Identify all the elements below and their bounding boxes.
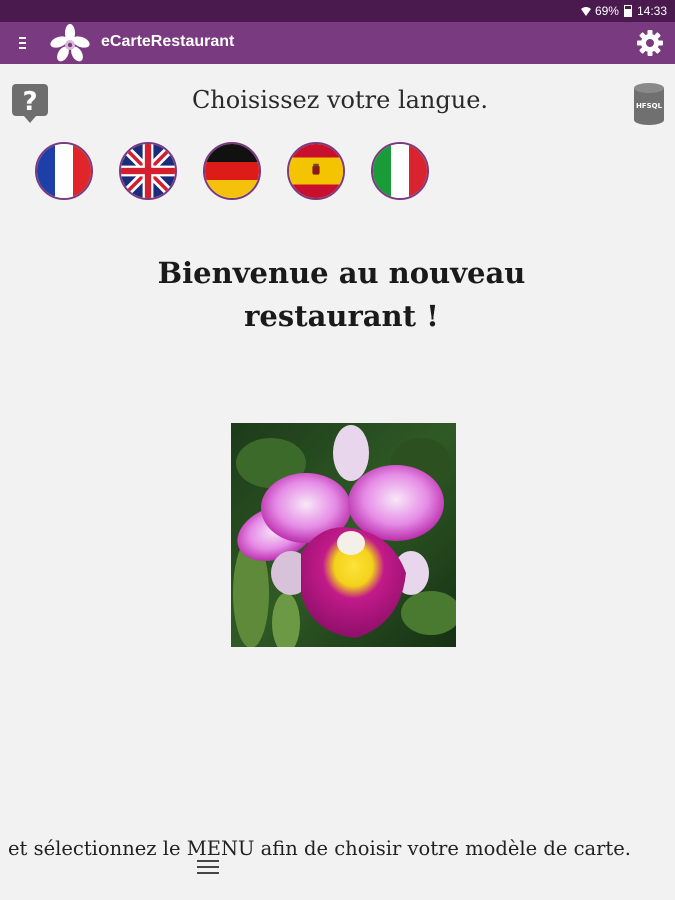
english-flag[interactable] (119, 142, 177, 200)
app-title: eCarteRestaurant (101, 33, 235, 50)
language-flags (35, 142, 429, 200)
welcome-heading: Bienvenue au nouveau restaurant ! (0, 252, 675, 338)
app-bar: eCarteRestaurant (0, 22, 675, 64)
menu-icon[interactable] (14, 34, 30, 52)
wifi-icon (580, 6, 591, 16)
spanish-flag[interactable] (287, 142, 345, 200)
german-flag[interactable] (203, 142, 261, 200)
spain-flag-icon (289, 144, 343, 198)
status-right: 69% 14:33 (580, 4, 667, 18)
battery-icon (623, 5, 632, 17)
status-bar: 69% 14:33 (0, 0, 675, 22)
uk-flag-icon (121, 144, 175, 198)
battery-percent: 69% (594, 4, 619, 18)
germany-flag-icon (205, 144, 259, 198)
orchid-logo-icon (50, 24, 90, 62)
database-icon[interactable]: HFSQL (633, 82, 665, 126)
french-flag[interactable] (35, 142, 93, 200)
db-label: HFSQL (636, 102, 663, 110)
footer-instruction: et sélectionnez le MENU afin de choisir … (8, 837, 632, 860)
language-prompt: Choisissez votre langue. (191, 86, 489, 114)
hamburger-menu-icon[interactable] (197, 860, 219, 878)
gear-icon[interactable] (635, 28, 665, 58)
welcome-line-2: restaurant ! (244, 299, 439, 333)
orchid-photo (231, 423, 456, 647)
italy-flag-icon (373, 144, 427, 198)
france-flag-icon (37, 144, 91, 198)
italian-flag[interactable] (371, 142, 429, 200)
welcome-line-1: Bienvenue au nouveau (157, 256, 526, 290)
clock: 14:33 (636, 4, 667, 18)
